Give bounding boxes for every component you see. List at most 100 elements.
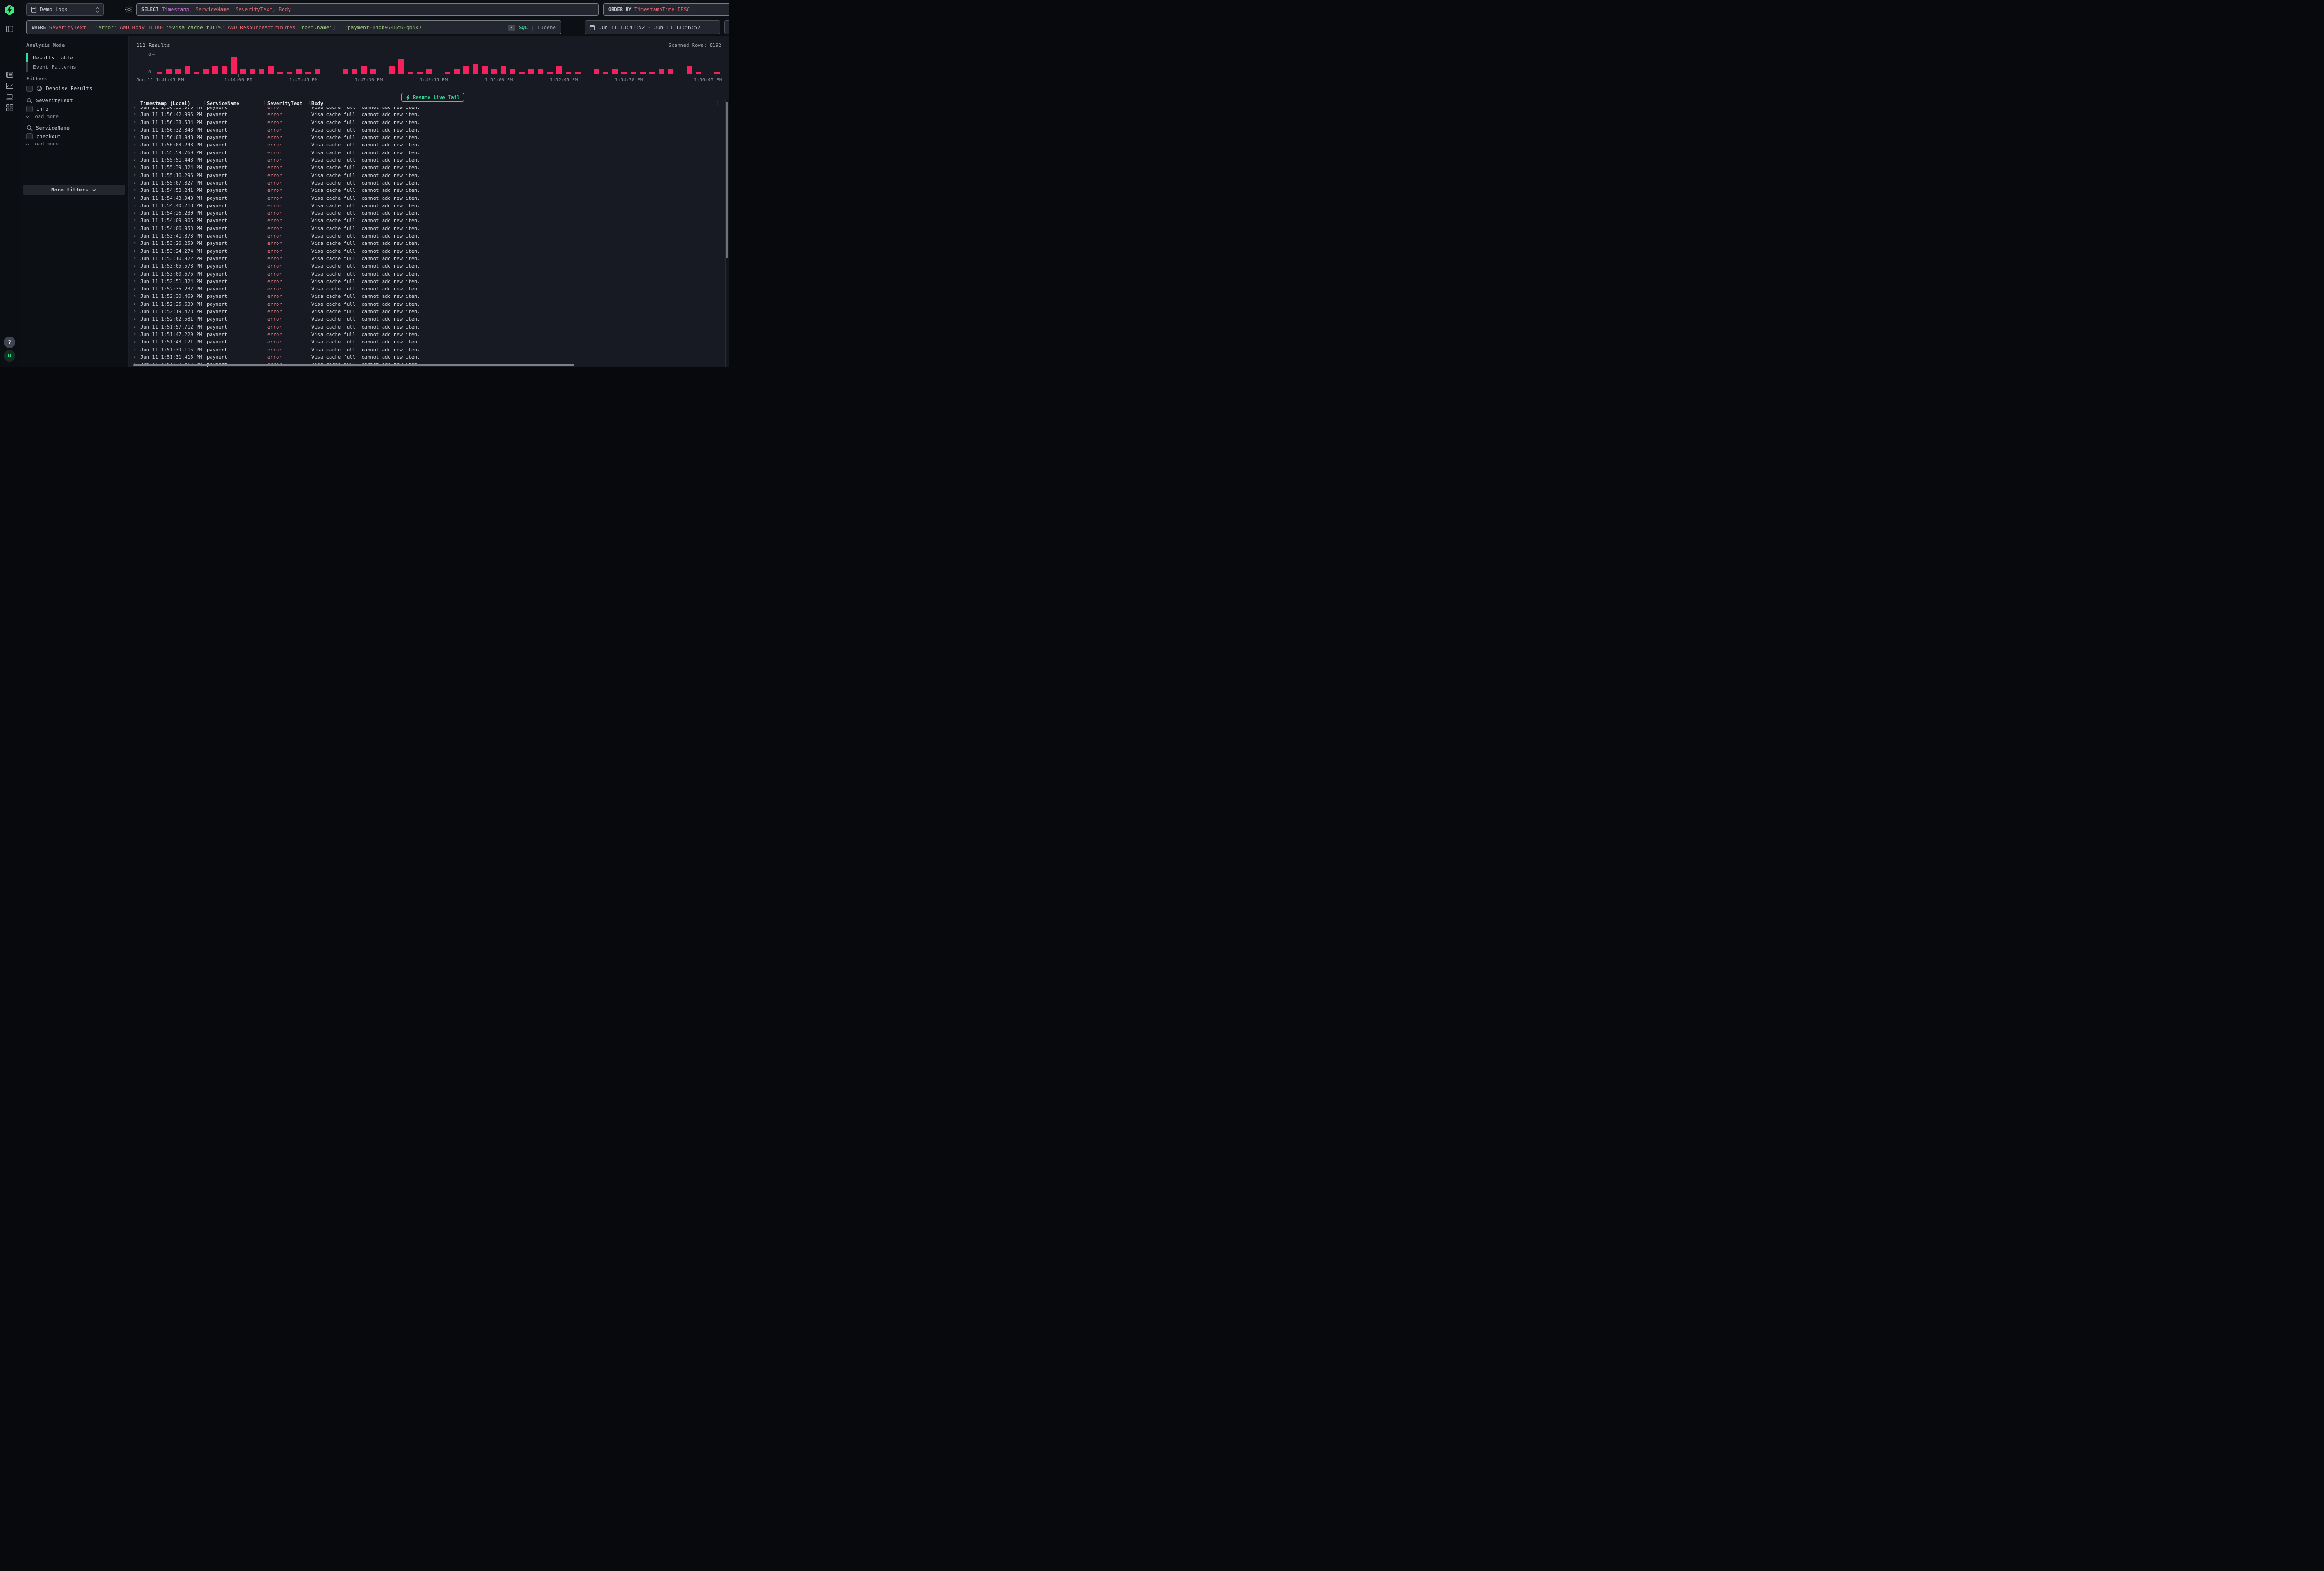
table-row[interactable]: ›Jun 11 1:52:35.232 PMpaymenterrorVisa c… [129, 286, 725, 293]
more-filters-button[interactable]: More filters [23, 185, 125, 195]
row-expand-chevron-icon[interactable]: › [133, 107, 136, 110]
row-expand-chevron-icon[interactable]: › [133, 241, 136, 246]
horizontal-scrollbar-thumb[interactable] [133, 364, 574, 366]
checkbox[interactable] [26, 133, 33, 139]
table-row[interactable]: ›Jun 11 1:56:38.534 PMpaymenterrorVisa c… [129, 119, 725, 127]
filter-option-checkout[interactable]: checkout [26, 133, 61, 139]
help-button[interactable]: ? [4, 337, 15, 348]
table-row[interactable]: ›Jun 11 1:53:41.873 PMpaymenterrorVisa c… [129, 233, 725, 240]
table-row[interactable]: ›Jun 11 1:56:32.843 PMpaymenterrorVisa c… [129, 127, 725, 134]
mode-event-patterns[interactable]: Event Patterns [26, 62, 124, 72]
table-row[interactable]: ›Jun 11 1:51:31.415 PMpaymenterrorVisa c… [129, 354, 725, 362]
select-query-input[interactable]: SELECT Timestamp, ServiceName, SeverityT… [136, 3, 599, 16]
denoise-results-checkbox[interactable]: Denoise Results [26, 86, 92, 92]
table-row[interactable]: ›Jun 11 1:52:19.473 PMpaymenterrorVisa c… [129, 309, 725, 316]
user-avatar[interactable]: U [4, 350, 15, 362]
row-expand-chevron-icon[interactable]: › [133, 249, 136, 254]
row-expand-chevron-icon[interactable]: › [133, 150, 136, 155]
table-row[interactable]: ›Jun 11 1:55:16.296 PMpaymenterrorVisa c… [129, 172, 725, 180]
table-row[interactable]: ›Jun 11 1:52:30.469 PMpaymenterrorVisa c… [129, 293, 725, 301]
row-expand-chevron-icon[interactable]: › [133, 165, 136, 170]
table-row[interactable]: ›Jun 11 1:55:51.448 PMpaymenterrorVisa c… [129, 157, 725, 165]
table-row[interactable]: ›Jun 11 1:54:09.906 PMpaymenterrorVisa c… [129, 218, 725, 225]
row-expand-chevron-icon[interactable]: › [133, 218, 136, 223]
column-header-timestamp[interactable]: Timestamp (Local) [140, 101, 190, 106]
orderby-input[interactable]: ORDER BY TimestampTime DESC [603, 3, 729, 16]
row-expand-chevron-icon[interactable]: › [133, 324, 136, 330]
sessions-icon[interactable] [6, 93, 13, 101]
checkbox[interactable] [26, 86, 33, 92]
dashboards-icon[interactable] [6, 104, 13, 112]
row-expand-chevron-icon[interactable]: › [133, 294, 136, 299]
table-row[interactable]: ›Jun 11 1:51:39.115 PMpaymenterrorVisa c… [129, 347, 725, 354]
row-expand-chevron-icon[interactable]: › [133, 127, 136, 132]
table-row[interactable]: ›Jun 11 1:53:00.676 PMpaymenterrorVisa c… [129, 271, 725, 278]
column-header-body[interactable]: Body [311, 101, 323, 106]
table-options-kebab-icon[interactable]: ⋮ [715, 100, 720, 106]
table-row[interactable]: ›Jun 11 1:53:10.922 PMpaymenterrorVisa c… [129, 256, 725, 263]
sql-mode-toggle[interactable]: SQL [519, 25, 528, 31]
time-range-picker[interactable]: Jun 11 13:41:52 - Jun 11 13:56:52 [585, 20, 720, 34]
load-more-service[interactable]: Load more [26, 141, 59, 147]
resume-live-tail-button[interactable]: Resume Live Tail [401, 93, 464, 102]
row-expand-chevron-icon[interactable]: › [133, 309, 136, 314]
log-search-icon[interactable] [6, 71, 13, 79]
row-expand-chevron-icon[interactable]: › [133, 158, 136, 163]
row-expand-chevron-icon[interactable]: › [133, 355, 136, 360]
table-row[interactable]: ›Jun 11 1:52:02.581 PMpaymenterrorVisa c… [129, 316, 725, 323]
gear-icon[interactable] [125, 6, 133, 13]
lucene-mode-toggle[interactable]: Lucene [537, 25, 556, 31]
table-row[interactable]: ›Jun 11 1:56:08.948 PMpaymenterrorVisa c… [129, 134, 725, 142]
table-row[interactable]: ›Jun 11 1:52:51.824 PMpaymenterrorVisa c… [129, 278, 725, 286]
row-expand-chevron-icon[interactable]: › [133, 112, 136, 117]
table-row[interactable]: ›Jun 11 1:56:03.248 PMpaymenterrorVisa c… [129, 142, 725, 149]
panel-toggle-icon[interactable] [6, 25, 13, 33]
row-expand-chevron-icon[interactable]: › [133, 332, 136, 337]
row-expand-chevron-icon[interactable]: › [133, 135, 136, 140]
table-row[interactable]: ›Jun 11 1:53:26.250 PMpaymenterrorVisa c… [129, 240, 725, 248]
column-header-severitytext[interactable]: SeverityText [267, 101, 303, 106]
table-row[interactable]: ›Jun 11 1:54:40.218 PMpaymenterrorVisa c… [129, 203, 725, 210]
row-expand-chevron-icon[interactable]: › [133, 286, 136, 291]
table-row[interactable]: ›Jun 11 1:54:52.241 PMpaymenterrorVisa c… [129, 187, 725, 195]
row-expand-chevron-icon[interactable]: › [133, 196, 136, 201]
row-expand-chevron-icon[interactable]: › [133, 120, 136, 125]
row-expand-chevron-icon[interactable]: › [133, 233, 136, 238]
row-expand-chevron-icon[interactable]: › [133, 271, 136, 277]
vertical-scrollbar[interactable] [725, 100, 729, 367]
checkbox[interactable] [26, 106, 33, 112]
table-row[interactable]: ›Jun 11 1:56:51.975 PMpaymenterrorVisa c… [129, 107, 725, 112]
table-row[interactable]: ›Jun 11 1:54:26.230 PMpaymenterrorVisa c… [129, 210, 725, 218]
table-row[interactable]: ›Jun 11 1:53:24.274 PMpaymenterrorVisa c… [129, 248, 725, 256]
results-histogram[interactable]: 8 0 Jun 11 1:41:45 PM1:44:00 PM1:45:45 P… [155, 54, 722, 74]
vertical-scrollbar-thumb[interactable] [726, 102, 728, 258]
row-expand-chevron-icon[interactable]: › [133, 264, 136, 269]
table-row[interactable]: ›Jun 11 1:54:06.953 PMpaymenterrorVisa c… [129, 225, 725, 233]
row-expand-chevron-icon[interactable]: › [133, 188, 136, 193]
datasource-select[interactable]: Demo Logs [26, 3, 104, 16]
row-expand-chevron-icon[interactable]: › [133, 317, 136, 322]
table-row[interactable]: ›Jun 11 1:51:57.712 PMpaymenterrorVisa c… [129, 324, 725, 331]
row-expand-chevron-icon[interactable]: › [133, 339, 136, 344]
row-expand-chevron-icon[interactable]: › [133, 203, 136, 208]
table-row[interactable]: ›Jun 11 1:55:07.827 PMpaymenterrorVisa c… [129, 180, 725, 187]
column-header-servicename[interactable]: ServiceName [207, 101, 239, 106]
row-expand-chevron-icon[interactable]: › [133, 173, 136, 178]
row-expand-chevron-icon[interactable]: › [133, 347, 136, 352]
column-resize-handle[interactable]: ⋮ [202, 101, 207, 106]
filter-group-severitytext[interactable]: SeverityText [26, 98, 73, 104]
load-more-severity[interactable]: Load more [26, 114, 59, 119]
table-row[interactable]: ›Jun 11 1:54:43.948 PMpaymenterrorVisa c… [129, 195, 725, 203]
table-row[interactable]: ›Jun 11 1:55:39.324 PMpaymenterrorVisa c… [129, 165, 725, 172]
row-expand-chevron-icon[interactable]: › [133, 211, 136, 216]
row-expand-chevron-icon[interactable]: › [133, 142, 136, 147]
column-resize-handle[interactable]: ⋮ [263, 101, 267, 106]
table-row[interactable]: ›Jun 11 1:51:47.229 PMpaymenterrorVisa c… [129, 331, 725, 339]
table-row[interactable]: ›Jun 11 1:55:59.760 PMpaymenterrorVisa c… [129, 150, 725, 157]
table-row[interactable]: ›Jun 11 1:51:43.121 PMpaymenterrorVisa c… [129, 339, 725, 346]
table-row[interactable]: ›Jun 11 1:56:42.995 PMpaymenterrorVisa c… [129, 112, 725, 119]
row-expand-chevron-icon[interactable]: › [133, 279, 136, 284]
where-input[interactable]: WHERE SeverityText = 'error' AND Body IL… [26, 20, 561, 34]
chart-explorer-icon[interactable] [6, 82, 13, 90]
row-expand-chevron-icon[interactable]: › [133, 180, 136, 185]
